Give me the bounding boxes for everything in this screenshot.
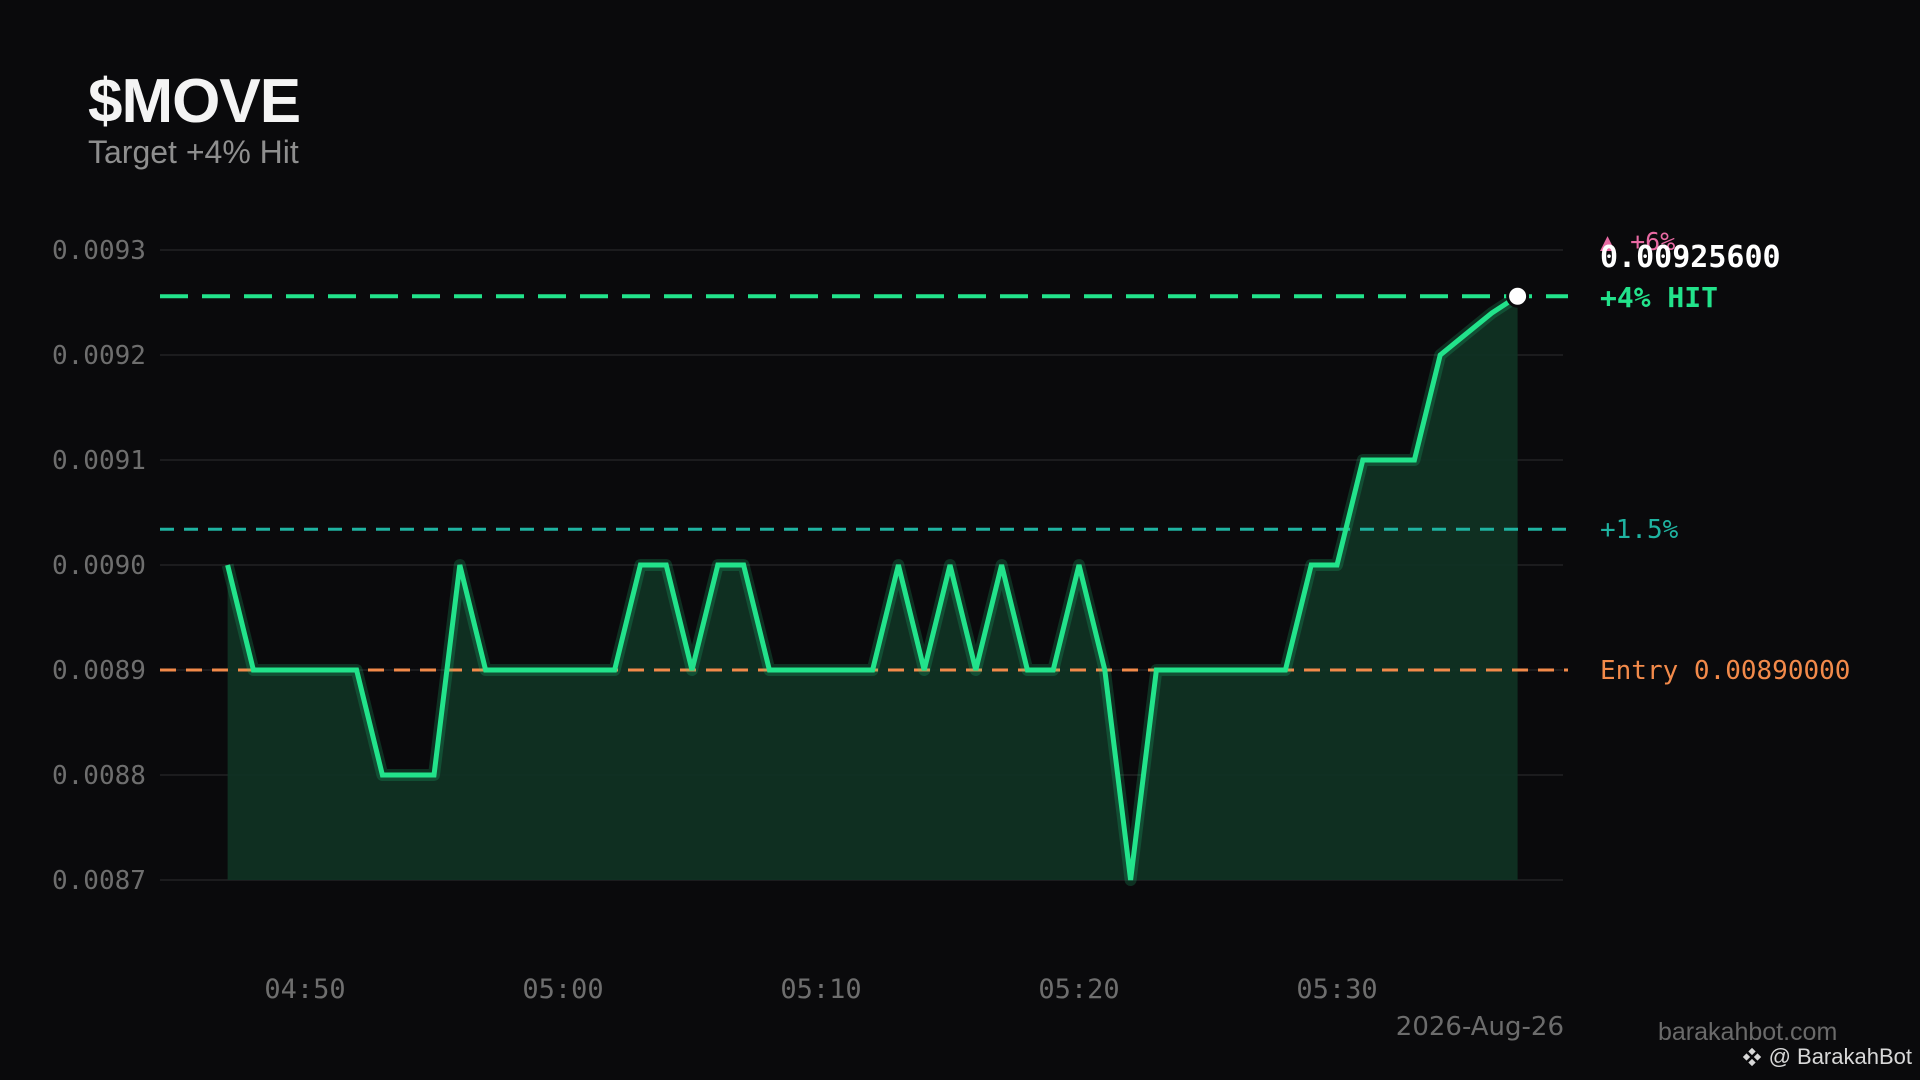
chart-canvas: 0.0093 0.0092 0.0091 0.0090 0.0089 0.0088 0.00… [0,0,1920,1080]
price-area-fill [227,296,1518,880]
x-tick-label: 05:00 [522,974,603,1005]
credit-row: @ BarakahBot [1741,1044,1912,1070]
y-tick-label: 0.0091 [52,446,146,476]
target-hit-label: +4% HIT [1600,281,1718,314]
y-tick-label: 0.0090 [52,551,146,581]
site-watermark: barakahbot.com [1658,1018,1838,1046]
y-tick-label: 0.0089 [52,656,146,686]
current-price-label: 0.00925600 [1600,240,1781,275]
entry-label: Entry 0.00890000 [1600,656,1850,686]
y-tick-label: 0.0092 [52,341,146,371]
y-tick-label: 0.0088 [52,761,146,791]
chart-title: $MOVE [88,67,301,136]
y-tick-label: 0.0087 [52,866,146,896]
chart-subtitle: Target +4% Hit [88,134,299,170]
x-tick-label: 05:10 [780,974,861,1005]
chart-date: 2026-Aug-26 [1395,1012,1564,1042]
x-tick-label: 05:30 [1296,974,1377,1005]
x-tick-label: 05:20 [1038,974,1119,1005]
credit-text: @ BarakahBot [1768,1044,1912,1069]
mid-level-label: +1.5% [1600,515,1679,545]
x-tick-label: 04:50 [264,974,345,1005]
y-tick-label: 0.0093 [52,236,146,266]
current-price-marker [1506,284,1530,308]
diamond-logo-icon [1742,1047,1761,1067]
